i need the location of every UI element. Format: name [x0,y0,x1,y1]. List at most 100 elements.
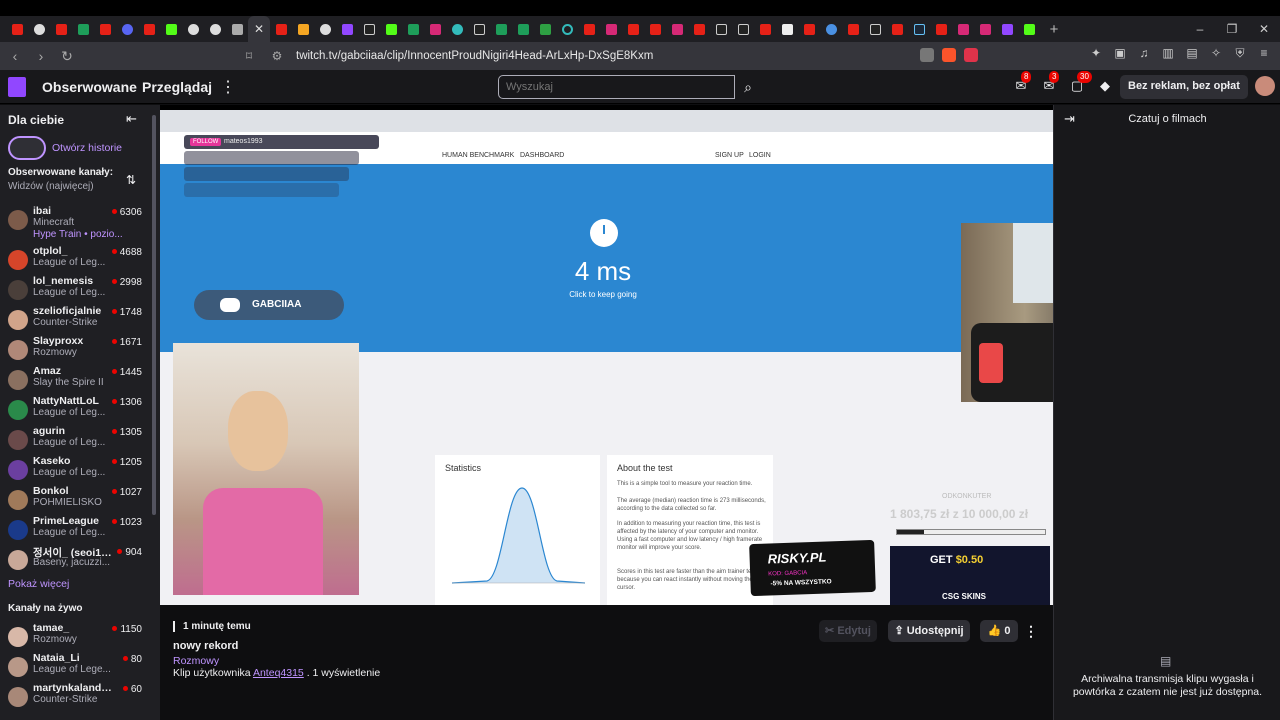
tab-youtube[interactable] [94,16,116,42]
url-field[interactable]: ⌑ ⚙ twitch.tv/gabciiaa/clip/InnocentProu… [240,45,990,67]
leo-icon[interactable]: ✧ [1208,46,1224,62]
share-icon[interactable] [920,48,934,62]
tab-youtube[interactable] [138,16,160,42]
tab-sheets[interactable] [402,16,424,42]
sidebar-channel-item[interactable]: Bonkol POHMIELISKO 1027 [8,485,148,515]
tab-github[interactable] [204,16,226,42]
tab-kick[interactable] [1018,16,1040,42]
forward-icon[interactable]: › [30,48,52,64]
tab-youtube[interactable] [842,16,864,42]
tab-google[interactable] [314,16,336,42]
menu-icon[interactable]: ≡ [1256,46,1272,62]
tab-wikipedia[interactable] [776,16,798,42]
more-options-icon[interactable]: ⋮ [1024,620,1038,642]
close-icon[interactable]: ✕ [254,22,264,36]
tab-generic[interactable] [820,16,842,42]
collapse-sidebar-icon[interactable]: ⇤ [126,111,137,127]
tab-kick[interactable] [160,16,182,42]
clip-author-link[interactable]: Anteq4315 [253,667,304,679]
tab-active-twitch[interactable]: ✕ [248,16,270,42]
tab-youtube[interactable] [930,16,952,42]
twitch-logo-icon[interactable] [8,77,26,97]
reload-icon[interactable]: ↻ [56,48,78,65]
tab-youtube[interactable] [270,16,292,42]
tab-twitch[interactable] [996,16,1018,42]
tab-youtube[interactable] [578,16,600,42]
like-button[interactable]: 👍 0 [980,620,1018,642]
sidebar-scrollbar[interactable] [152,115,156,515]
tab-x[interactable] [864,16,886,42]
sidebar-channel-item[interactable]: PrimeLeague League of Leg... 1023 [8,515,148,545]
tab-discord[interactable] [116,16,138,42]
tab-youtube[interactable] [688,16,710,42]
brave-rewards-icon[interactable] [964,48,978,62]
tab-tiktok[interactable] [732,16,754,42]
tab-bookmark[interactable] [292,16,314,42]
screenshot-icon[interactable]: ▣ [1112,46,1128,62]
search-input[interactable] [498,75,735,99]
sidebar-channel-item[interactable]: agurin League of Leg... 1305 [8,425,148,455]
sidebar-channel-item[interactable]: Kaseko League of Leg... 1205 [8,455,148,485]
nav-browse[interactable]: Przeglądaj [142,79,212,95]
tab-loading[interactable] [556,16,578,42]
tab-x[interactable] [710,16,732,42]
sidebar-channel-item[interactable]: szelioficjalnie Counter-Strike 1748 [8,305,148,335]
sidebar-channel-item[interactable]: Amaz Slay the Spire II 1445 [8,365,148,395]
search-icon[interactable]: ⌕ [737,75,759,99]
clip-category-link[interactable]: Rozmowy [173,655,219,667]
sidebar-channel-item[interactable]: Slayproxx Rozmowy 1671 [8,335,148,365]
tab-generic[interactable] [226,16,248,42]
sidebar-icon[interactable]: ▥ [1160,46,1176,62]
tab-edge[interactable] [446,16,468,42]
sidebar-channel-item[interactable]: otplol_ League of Leg... 4688 [8,245,148,275]
story-button[interactable]: Otwórz historie [8,136,122,160]
tab-youtube[interactable] [6,16,28,42]
sort-icon[interactable]: ⇅ [126,173,136,187]
tab-sheets[interactable] [72,16,94,42]
tab-youtube[interactable] [886,16,908,42]
sidebar-channel-item[interactable]: 정서이_ (seoi10... Baseny, jacuzzi... 904 [8,545,148,575]
tab-instagram[interactable] [974,16,996,42]
sidebar-channel-item[interactable]: lol_nemesis League of Leg... 2998 [8,275,148,305]
tab-instagram[interactable] [952,16,974,42]
tab-instagram[interactable] [666,16,688,42]
bits-icon[interactable]: ◆ [1096,76,1114,96]
inbox-icon[interactable]: ✉ 3 [1040,71,1060,96]
tab-instagram[interactable] [600,16,622,42]
brave-shield-icon[interactable] [942,48,956,62]
tab-sheets[interactable] [490,16,512,42]
sidebar-channel-item[interactable]: Nataia_Li League of Lege... 80 [8,652,148,682]
tab-instagram[interactable] [424,16,446,42]
tab-google[interactable] [182,16,204,42]
turbo-button[interactable]: Bez reklam, bez opłat [1120,75,1248,99]
music-icon[interactable]: ♫ [1136,46,1152,62]
tab-sheets[interactable] [512,16,534,42]
tab-youtube[interactable] [644,16,666,42]
back-icon[interactable]: ‹ [4,48,26,64]
tab-generic[interactable] [534,16,556,42]
video-player[interactable]: HUMAN BENCHMARK DASHBOARD SIGN UP LOGIN … [160,105,1053,605]
tab-youtube[interactable] [50,16,72,42]
more-icon[interactable]: ⋮ [220,77,236,97]
sidebar-channel-item[interactable]: martynkalandry... Counter-Strike 60 [8,682,148,712]
minimize-button[interactable]: – [1184,22,1216,36]
nav-following[interactable]: Obserwowane [42,79,137,95]
bookmark-icon[interactable]: ⌑ [240,49,258,63]
vpn-icon[interactable]: ⛨ [1232,46,1248,62]
maximize-button[interactable]: ❐ [1216,22,1248,36]
tab-kick[interactable] [380,16,402,42]
notifications-icon[interactable]: ✉ 8 [1012,71,1032,96]
site-info-icon[interactable]: ⚙ [268,49,286,63]
edit-button[interactable]: ✂ Edytuj [819,620,877,642]
tab-steam[interactable] [908,16,930,42]
new-tab-button[interactable]: + [1044,21,1064,38]
tab-tiktok[interactable] [358,16,380,42]
tab-youtube[interactable] [798,16,820,42]
show-more-link[interactable]: Pokaż więcej [8,578,69,590]
wallet-icon[interactable]: ▤ [1184,46,1200,62]
tab-github[interactable] [28,16,50,42]
tab-youtube[interactable] [622,16,644,42]
tab-x[interactable] [468,16,490,42]
user-avatar[interactable] [1255,76,1275,96]
tab-youtube[interactable] [754,16,776,42]
